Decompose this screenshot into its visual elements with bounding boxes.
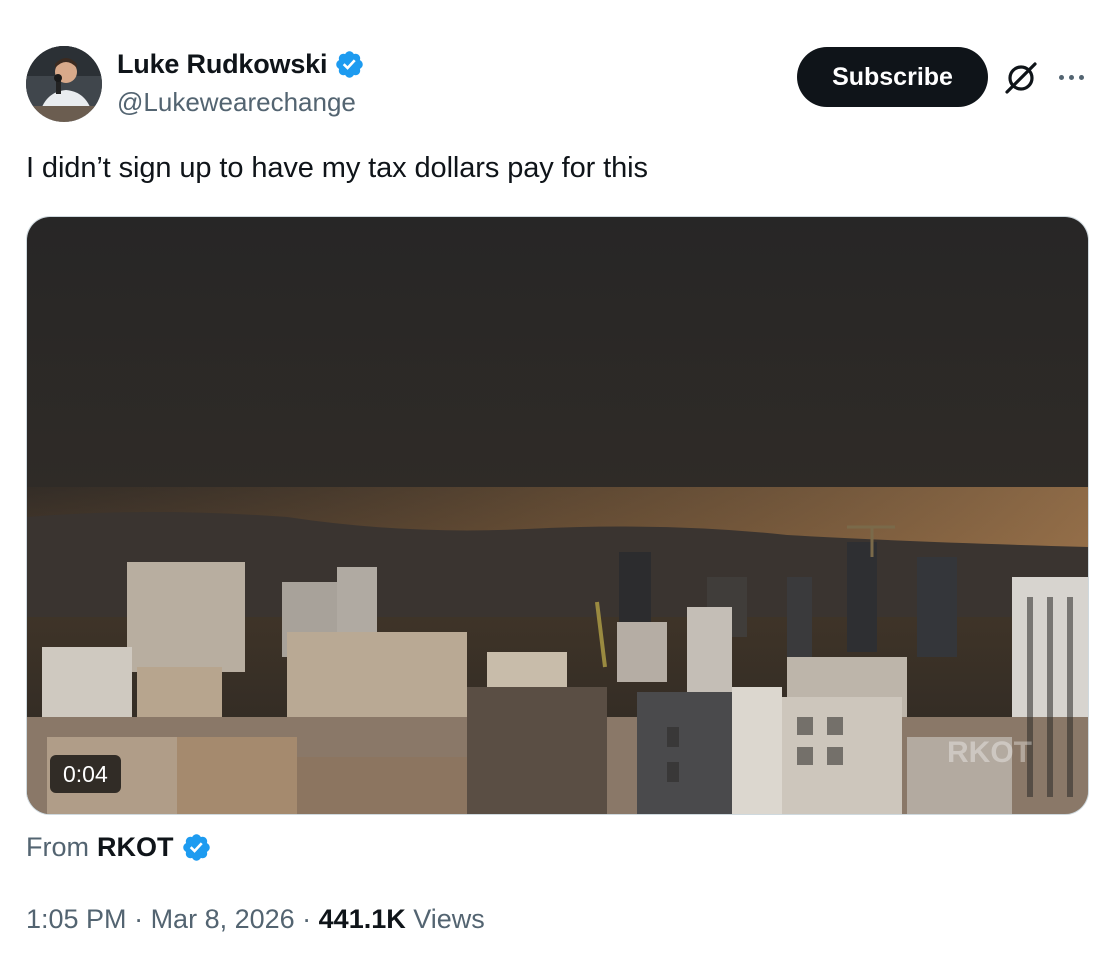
- meta-space: [406, 904, 414, 935]
- subscribe-button[interactable]: Subscribe: [797, 47, 988, 107]
- attribution-source-link[interactable]: RKOT: [97, 832, 174, 863]
- author-name-text[interactable]: Luke Rudkowski: [117, 49, 327, 80]
- tweet-date[interactable]: Mar 8, 2026: [151, 904, 295, 935]
- attribution-line: From RKOT: [26, 832, 212, 863]
- video-thumbnail: RKOT: [27, 217, 1088, 814]
- dot: [1078, 74, 1084, 80]
- author-handle[interactable]: @Lukewearechange: [117, 87, 356, 118]
- dot: [1058, 74, 1064, 80]
- verified-badge-icon: [336, 51, 363, 78]
- video-player[interactable]: RKOT 0:04: [26, 216, 1089, 815]
- more-dots-icon[interactable]: [1054, 62, 1088, 92]
- video-duration-badge: 0:04: [50, 755, 121, 793]
- meta-separator: ·: [294, 904, 319, 934]
- meta-separator: ·: [126, 904, 151, 934]
- video-watermark: RKOT: [947, 736, 1032, 769]
- verified-badge-icon: [182, 834, 210, 861]
- views-count: 441.1K: [318, 904, 406, 934]
- avatar[interactable]: [26, 46, 102, 122]
- views-label: Views: [413, 904, 485, 934]
- attribution-prefix: From: [26, 832, 89, 862]
- tweet-meta: 1:05 PM · Mar 8, 2026 · 441.1K Views: [26, 904, 485, 935]
- author-display-name[interactable]: Luke Rudkowski: [117, 49, 365, 80]
- grok-slash-icon[interactable]: [1001, 58, 1041, 98]
- tweet-text: I didn’t sign up to have my tax dollars …: [26, 152, 648, 184]
- dot: [1068, 74, 1074, 80]
- tweet-time[interactable]: 1:05 PM: [26, 904, 127, 935]
